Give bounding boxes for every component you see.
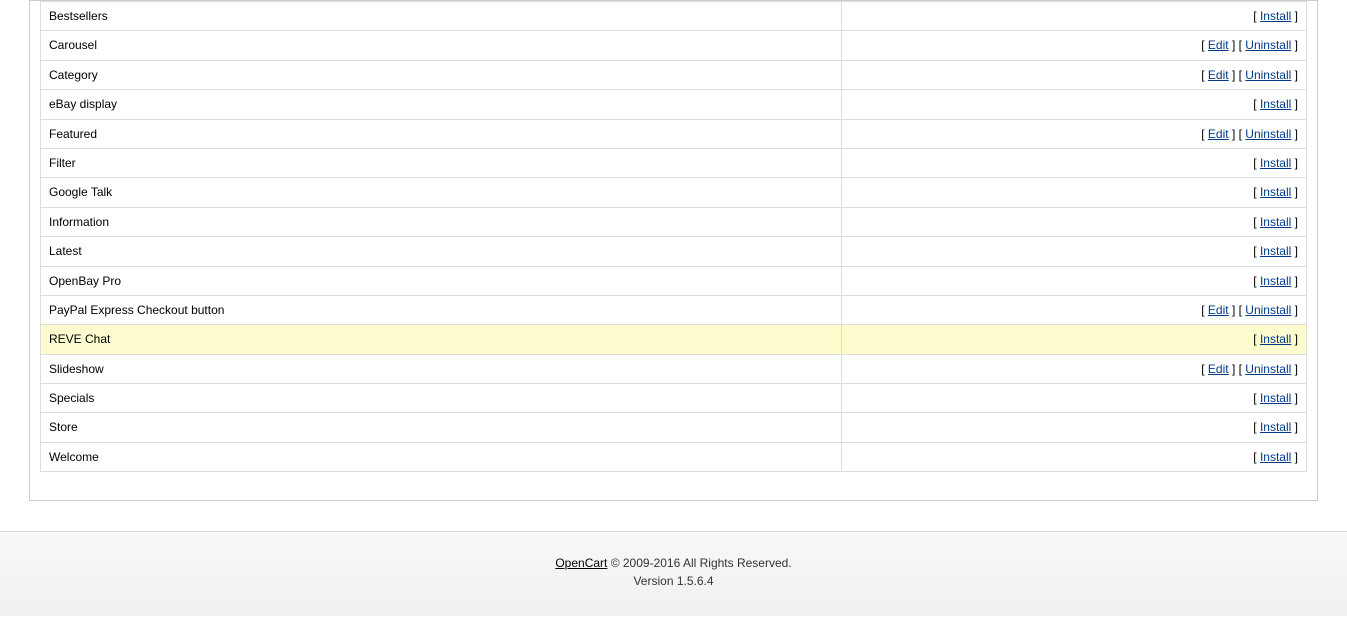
install-link[interactable]: Install xyxy=(1260,215,1291,229)
install-link[interactable]: Install xyxy=(1260,185,1291,199)
install-link[interactable]: Install xyxy=(1260,420,1291,434)
table-row: Bestsellers [ Install ] xyxy=(41,2,1307,31)
module-name: PayPal Express Checkout button xyxy=(41,295,842,324)
table-row: Store [ Install ] xyxy=(41,413,1307,442)
module-actions: [ Install ] xyxy=(842,442,1307,471)
install-link[interactable]: Install xyxy=(1260,244,1291,258)
uninstall-link[interactable]: Uninstall xyxy=(1245,362,1291,376)
footer-version: Version 1.5.6.4 xyxy=(0,572,1347,590)
table-row: Welcome [ Install ] xyxy=(41,442,1307,471)
module-name: Information xyxy=(41,207,842,236)
modules-panel: Bestsellers [ Install ] Carousel [ Edit … xyxy=(29,0,1318,501)
module-name: Filter xyxy=(41,148,842,177)
module-actions: [ Edit ] [ Uninstall ] xyxy=(842,354,1307,383)
install-link[interactable]: Install xyxy=(1260,332,1291,346)
install-link[interactable]: Install xyxy=(1260,97,1291,111)
table-row: OpenBay Pro [ Install ] xyxy=(41,266,1307,295)
table-row: PayPal Express Checkout button [ Edit ] … xyxy=(41,295,1307,324)
modules-table: Bestsellers [ Install ] Carousel [ Edit … xyxy=(40,1,1307,472)
module-actions: [ Edit ] [ Uninstall ] xyxy=(842,31,1307,60)
uninstall-link[interactable]: Uninstall xyxy=(1245,303,1291,317)
module-name: Featured xyxy=(41,119,842,148)
module-actions: [ Install ] xyxy=(842,90,1307,119)
install-link[interactable]: Install xyxy=(1260,9,1291,23)
module-name: Slideshow xyxy=(41,354,842,383)
module-name: Specials xyxy=(41,384,842,413)
table-row: eBay display [ Install ] xyxy=(41,90,1307,119)
table-row: Category [ Edit ] [ Uninstall ] xyxy=(41,60,1307,89)
footer-brand-link[interactable]: OpenCart xyxy=(555,556,607,570)
module-name: Store xyxy=(41,413,842,442)
module-actions: [ Install ] xyxy=(842,178,1307,207)
install-link[interactable]: Install xyxy=(1260,156,1291,170)
module-name: Welcome xyxy=(41,442,842,471)
module-name: Google Talk xyxy=(41,178,842,207)
module-name: OpenBay Pro xyxy=(41,266,842,295)
module-name: REVE Chat xyxy=(41,325,842,354)
table-row: Filter [ Install ] xyxy=(41,148,1307,177)
table-row: Carousel [ Edit ] [ Uninstall ] xyxy=(41,31,1307,60)
module-actions: [ Install ] xyxy=(842,2,1307,31)
table-row: REVE Chat [ Install ] xyxy=(41,325,1307,354)
module-actions: [ Install ] xyxy=(842,384,1307,413)
install-link[interactable]: Install xyxy=(1260,274,1291,288)
module-actions: [ Install ] xyxy=(842,266,1307,295)
module-actions: [ Edit ] [ Uninstall ] xyxy=(842,60,1307,89)
table-row: Google Talk [ Install ] xyxy=(41,178,1307,207)
edit-link[interactable]: Edit xyxy=(1208,127,1229,141)
edit-link[interactable]: Edit xyxy=(1208,68,1229,82)
module-name: Latest xyxy=(41,237,842,266)
edit-link[interactable]: Edit xyxy=(1208,38,1229,52)
module-actions: [ Install ] xyxy=(842,148,1307,177)
module-name: Carousel xyxy=(41,31,842,60)
module-actions: [ Install ] xyxy=(842,413,1307,442)
table-row: Slideshow [ Edit ] [ Uninstall ] xyxy=(41,354,1307,383)
edit-link[interactable]: Edit xyxy=(1208,362,1229,376)
module-actions: [ Install ] xyxy=(842,325,1307,354)
table-row: Latest [ Install ] xyxy=(41,237,1307,266)
table-row: Specials [ Install ] xyxy=(41,384,1307,413)
table-row: Information [ Install ] xyxy=(41,207,1307,236)
uninstall-link[interactable]: Uninstall xyxy=(1245,127,1291,141)
uninstall-link[interactable]: Uninstall xyxy=(1245,68,1291,82)
module-name: Bestsellers xyxy=(41,2,842,31)
edit-link[interactable]: Edit xyxy=(1208,303,1229,317)
footer: OpenCart © 2009-2016 All Rights Reserved… xyxy=(0,531,1347,616)
module-actions: [ Install ] xyxy=(842,207,1307,236)
table-row: Featured [ Edit ] [ Uninstall ] xyxy=(41,119,1307,148)
install-link[interactable]: Install xyxy=(1260,391,1291,405)
module-name: Category xyxy=(41,60,842,89)
uninstall-link[interactable]: Uninstall xyxy=(1245,38,1291,52)
module-actions: [ Install ] xyxy=(842,237,1307,266)
install-link[interactable]: Install xyxy=(1260,450,1291,464)
module-actions: [ Edit ] [ Uninstall ] xyxy=(842,295,1307,324)
module-actions: [ Edit ] [ Uninstall ] xyxy=(842,119,1307,148)
module-name: eBay display xyxy=(41,90,842,119)
footer-copyright: © 2009-2016 All Rights Reserved. xyxy=(607,556,791,570)
